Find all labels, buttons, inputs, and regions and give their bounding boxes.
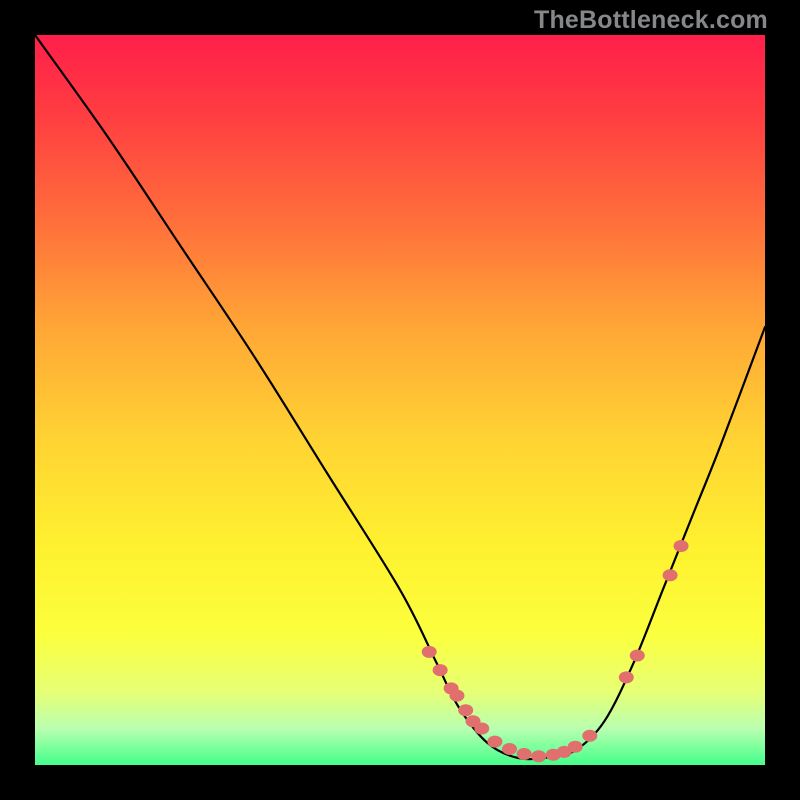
- marker-dot: [487, 736, 502, 748]
- plot-area: [35, 35, 765, 765]
- marker-dot: [502, 743, 517, 755]
- chart-svg: [35, 35, 765, 765]
- marker-dot: [582, 730, 597, 742]
- marker-dot: [458, 704, 473, 716]
- marker-dot: [663, 569, 678, 581]
- marker-dot: [568, 741, 583, 753]
- highlight-markers: [422, 540, 689, 762]
- marker-dot: [630, 650, 645, 662]
- marker-dot: [449, 690, 464, 702]
- marker-dot: [474, 723, 489, 735]
- watermark-text: TheBottleneck.com: [534, 6, 768, 35]
- marker-dot: [433, 664, 448, 676]
- marker-dot: [422, 646, 437, 658]
- outer-frame: TheBottleneck.com: [0, 0, 800, 800]
- marker-dot: [531, 750, 546, 762]
- marker-dot: [674, 540, 689, 552]
- marker-dot: [619, 671, 634, 683]
- bottleneck-curve: [35, 35, 765, 759]
- marker-dot: [517, 748, 532, 760]
